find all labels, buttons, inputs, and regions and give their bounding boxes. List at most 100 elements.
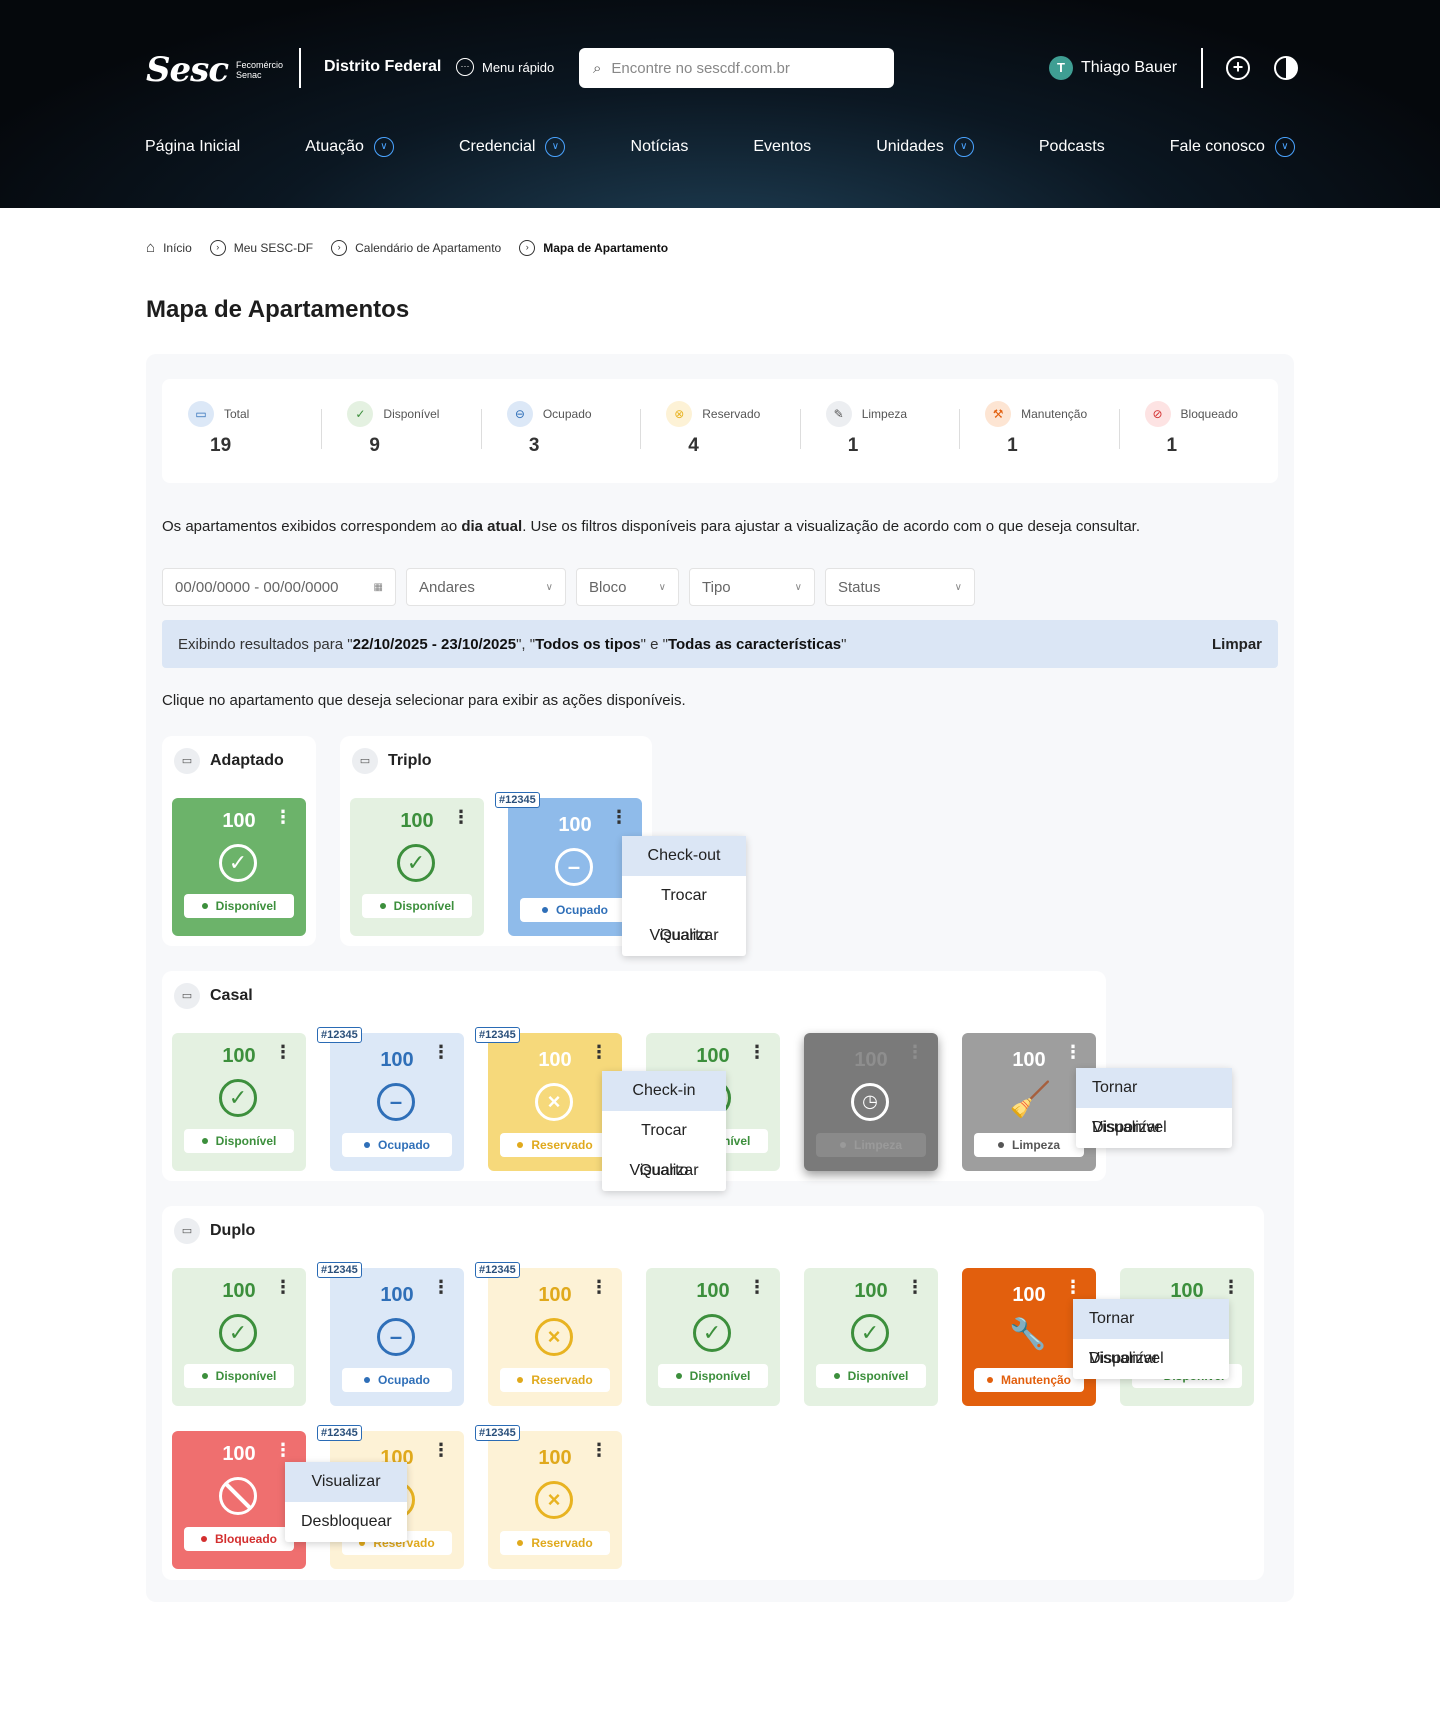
room-card[interactable]: #12345 100⋮ × Reservado [475, 1425, 622, 1569]
more-options-icon[interactable]: ⋮ [1222, 1278, 1240, 1296]
room-card[interactable]: 100⋮ ✓ Disponível [172, 1033, 306, 1171]
date-range-input[interactable]: 00/00/0000 - 00/00/0000 ▦ [162, 568, 396, 606]
more-options-icon[interactable]: ⋮ [452, 808, 470, 826]
checkin-menu-item[interactable]: Check-in [602, 1071, 726, 1111]
room-actions-menu: Tornar Disponível Visualizar [1076, 1068, 1232, 1148]
view-menu-item[interactable]: Visualizar [1073, 1339, 1229, 1379]
more-options-icon[interactable]: ⋮ [748, 1043, 766, 1061]
broom-icon: 🧹 [1009, 1081, 1052, 1119]
sesc-logo[interactable]: Sesc Fecomércio Senac [146, 50, 283, 90]
chevron-right-icon: › [209, 240, 226, 256]
chevron-down-icon: ∨ [954, 581, 962, 593]
nav-credencial[interactable]: Credencial ∨ [459, 137, 566, 157]
status-badge: Ocupado [342, 1368, 452, 1392]
nav-noticias[interactable]: Notícias [631, 138, 689, 156]
block-select[interactable]: Bloco ∨ [576, 568, 679, 606]
more-options-icon[interactable]: ⋮ [906, 1278, 924, 1296]
nav-pagina-inicial[interactable]: Página Inicial [145, 138, 240, 156]
nav-podcasts[interactable]: Podcasts [1039, 138, 1105, 156]
more-options-icon[interactable]: ⋮ [1064, 1278, 1082, 1296]
status-badge: Disponível [362, 894, 472, 918]
user-menu[interactable]: T Thiago Bauer [1049, 56, 1177, 80]
room-card[interactable]: 100⋮ ✓ Disponível [350, 798, 484, 936]
more-options-icon[interactable]: ⋮ [274, 1441, 292, 1459]
nav-atuacao[interactable]: Atuação ∨ [305, 137, 394, 157]
floors-select[interactable]: Andares ∨ [406, 568, 566, 606]
unblock-menu-item[interactable]: Desbloquear [285, 1502, 407, 1542]
type-select[interactable]: Tipo ∨ [689, 568, 815, 606]
room-actions-menu: Check-out Trocar Quarto Visualizar [622, 836, 746, 956]
contrast-icon[interactable] [1274, 56, 1298, 80]
chevron-down-icon: ∨ [953, 137, 974, 157]
stat-disponivel: ✓ Disponível 9 [321, 379, 480, 483]
more-options-icon[interactable]: ⋮ [274, 808, 292, 826]
clear-filters-button[interactable]: Limpar [1212, 636, 1262, 653]
make-available-menu-item[interactable]: Tornar Disponível [1076, 1068, 1232, 1136]
stat-ocupado: ⊖ Ocupado 3 [480, 379, 640, 483]
more-options-icon[interactable]: ⋮ [432, 1278, 450, 1296]
apartment-panel: ▭ Total 19 ✓ Disponível 9 ⊖ Ocupado 3 ⊗ Reserva… [146, 354, 1294, 1602]
view-menu-item[interactable]: Visualizar [602, 1151, 726, 1191]
minus-circle-icon: – [555, 848, 593, 886]
room-card[interactable]: #12345 100 ⋮ – Ocupado [317, 1027, 464, 1171]
more-options-icon[interactable]: ⋮ [432, 1441, 450, 1459]
nav-fale-conosco[interactable]: Fale conosco ∨ [1170, 137, 1295, 157]
make-available-menu-item[interactable]: Tornar Disponível [1073, 1299, 1229, 1367]
more-options-icon[interactable]: ⋮ [274, 1043, 292, 1061]
status-badge: Limpeza [974, 1133, 1084, 1157]
clock-icon: ◷ [851, 1083, 889, 1121]
status-badge: Ocupado [342, 1133, 452, 1157]
selection-hint: Clique no apartamento que deseja selecio… [162, 692, 686, 709]
header-divider [299, 48, 301, 88]
check-circle-icon: ✓ [219, 1079, 257, 1117]
quick-menu-button[interactable]: ··· Menu rápido [456, 58, 554, 76]
check-circle-icon: ✓ [347, 401, 374, 427]
nav-eventos[interactable]: Eventos [753, 138, 811, 156]
breadcrumb-inicio[interactable]: Início [163, 241, 192, 255]
x-circle-icon: ⊗ [666, 401, 693, 427]
more-options-icon[interactable]: ⋮ [748, 1278, 766, 1296]
check-circle-icon: ✓ [219, 844, 257, 882]
bed-icon: ▭ [188, 401, 214, 427]
status-select[interactable]: Status ∨ [825, 568, 975, 606]
room-card[interactable]: 100⋮ ✓ Disponível [646, 1268, 780, 1406]
breadcrumb: ⌂ Início › Meu SESC-DF › Calendário de A… [146, 240, 668, 256]
breadcrumb-calendario[interactable]: Calendário de Apartamento [355, 241, 501, 255]
plus-circle-icon[interactable]: + [1226, 56, 1250, 80]
view-menu-item[interactable]: Visualizar [622, 916, 746, 956]
more-options-icon[interactable]: ⋮ [590, 1278, 608, 1296]
room-card[interactable]: #12345 100 ⋮ – Ocupado [317, 1262, 464, 1406]
more-options-icon[interactable]: ⋮ [610, 808, 628, 826]
status-badge: Disponível [816, 1364, 926, 1388]
room-card[interactable]: 100⋮ ✓ Disponível [172, 798, 306, 936]
more-options-icon[interactable]: ⋮ [432, 1043, 450, 1061]
more-options-icon[interactable]: ⋮ [590, 1441, 608, 1459]
room-card[interactable]: #12345 100⋮ × Reservado [475, 1262, 622, 1406]
room-card[interactable]: 100⋮ ✓ Disponível [172, 1268, 306, 1406]
more-options-icon[interactable]: ⋮ [906, 1043, 924, 1061]
more-options-icon[interactable]: ⋮ [274, 1278, 292, 1296]
change-room-menu-item[interactable]: Trocar Quarto [622, 876, 746, 944]
check-circle-icon: ✓ [219, 1314, 257, 1352]
main-nav: Página Inicial Atuação ∨ Credencial ∨ Notí… [145, 137, 1295, 157]
breadcrumb-meu-sesc[interactable]: Meu SESC-DF [234, 241, 313, 255]
more-options-icon[interactable]: ⋮ [590, 1043, 608, 1061]
nav-unidades[interactable]: Unidades ∨ [876, 137, 974, 157]
x-circle-icon: × [535, 1318, 573, 1356]
minus-circle-icon: – [377, 1083, 415, 1121]
room-card[interactable]: 100 ⋮ ◷ Limpeza [804, 1033, 938, 1171]
room-card[interactable]: 100⋮ ✓ Disponível [804, 1268, 938, 1406]
check-circle-icon: ✓ [693, 1314, 731, 1352]
booking-tag: #12345 [495, 792, 540, 808]
more-options-icon[interactable]: ⋮ [1064, 1043, 1082, 1061]
check-circle-icon: ✓ [851, 1314, 889, 1352]
change-room-menu-item[interactable]: Trocar Quarto [602, 1111, 726, 1179]
search-input[interactable]: ⌕ Encontre no sescdf.com.br [579, 48, 894, 88]
stat-total: ▭ Total 19 [162, 379, 321, 483]
minus-circle-icon: – [377, 1318, 415, 1356]
dots-circle-icon: ··· [456, 58, 474, 76]
wrench-icon: 🔧 [1009, 1318, 1047, 1351]
view-menu-item[interactable]: Visualizar [1076, 1108, 1232, 1148]
checkout-menu-item[interactable]: Check-out [622, 836, 746, 876]
view-menu-item[interactable]: Visualizar [285, 1462, 407, 1502]
